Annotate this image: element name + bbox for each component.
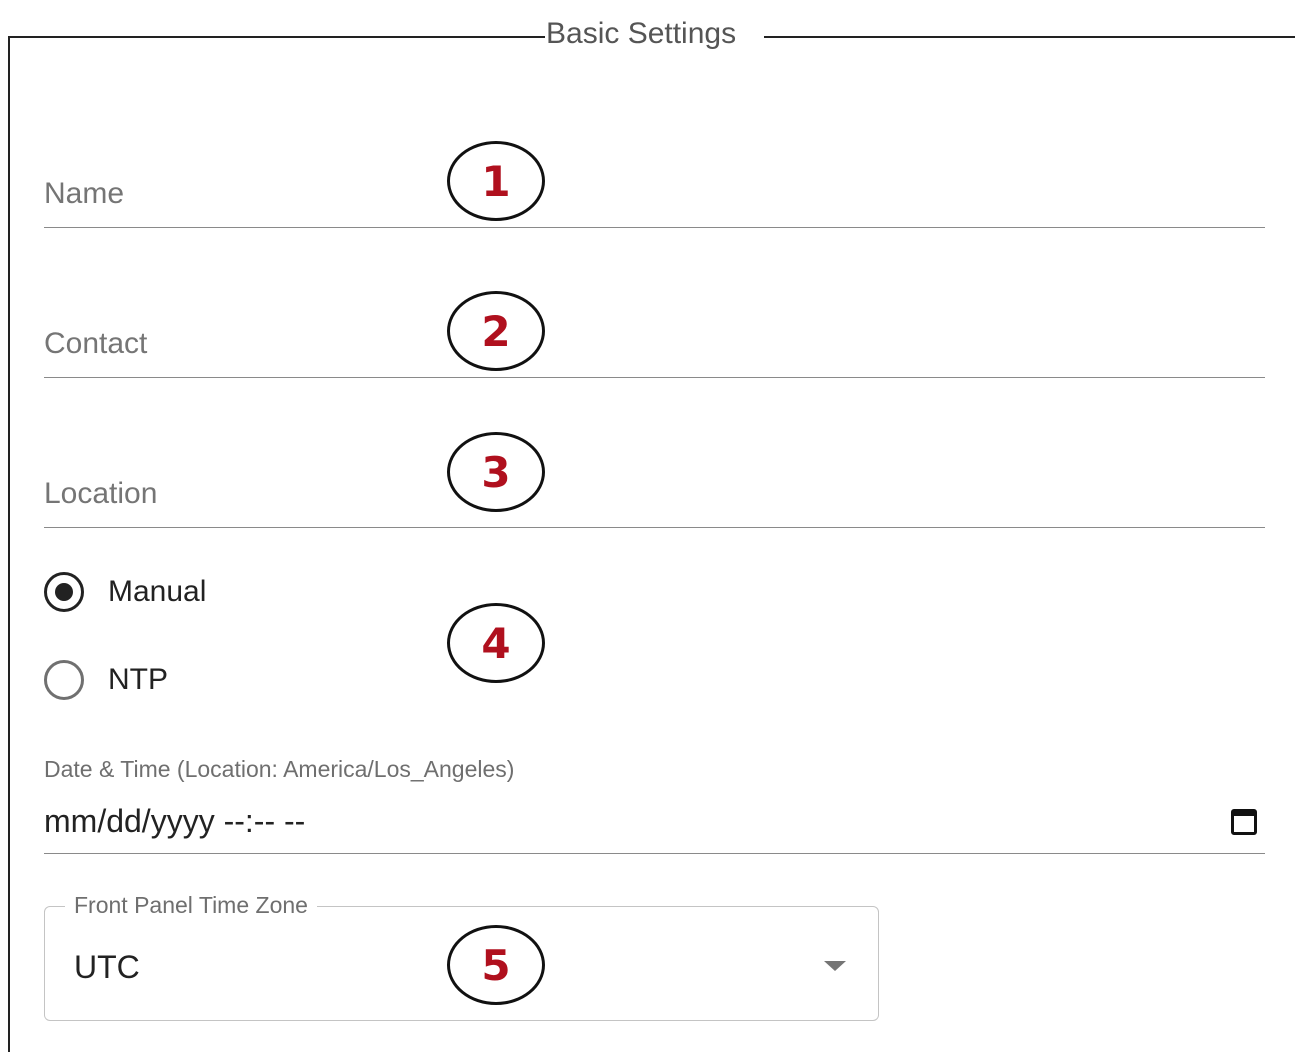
name-field[interactable]: Name — [44, 168, 1265, 228]
frame-border-top-right — [764, 36, 1295, 38]
radio-checked-icon[interactable] — [44, 572, 84, 612]
callout-1: 1 — [447, 141, 545, 221]
datetime-value: mm/dd/yyyy --:-- -- — [44, 803, 306, 839]
callout-5: 5 — [447, 925, 545, 1005]
frame-border-left — [8, 36, 10, 1052]
datetime-caption: Date & Time (Location: America/Los_Angel… — [44, 756, 515, 782]
radio-ntp-label: NTP — [108, 663, 168, 696]
contact-field[interactable]: Contact — [44, 318, 1265, 378]
radio-manual[interactable]: Manual — [44, 572, 206, 612]
dropdown-arrow-icon[interactable] — [824, 961, 846, 971]
callout-4: 4 — [447, 603, 545, 683]
name-field-label: Name — [44, 177, 125, 210]
location-field[interactable]: Location — [44, 468, 1265, 528]
radio-manual-label: Manual — [108, 575, 207, 608]
datetime-input[interactable]: mm/dd/yyyy --:-- -- — [44, 795, 1265, 854]
callout-2: 2 — [447, 291, 545, 371]
section-title: Basic Settings — [546, 17, 737, 50]
calendar-icon[interactable] — [1231, 809, 1257, 835]
radio-ntp[interactable]: NTP — [44, 660, 168, 700]
timezone-select-label: Front Panel Time Zone — [65, 892, 317, 919]
frame-border-top-left — [8, 36, 545, 38]
callout-3: 3 — [447, 432, 545, 512]
location-field-label: Location — [44, 477, 158, 510]
timezone-select-value: UTC — [74, 949, 140, 985]
radio-unchecked-icon[interactable] — [44, 660, 84, 700]
contact-field-label: Contact — [44, 327, 148, 360]
